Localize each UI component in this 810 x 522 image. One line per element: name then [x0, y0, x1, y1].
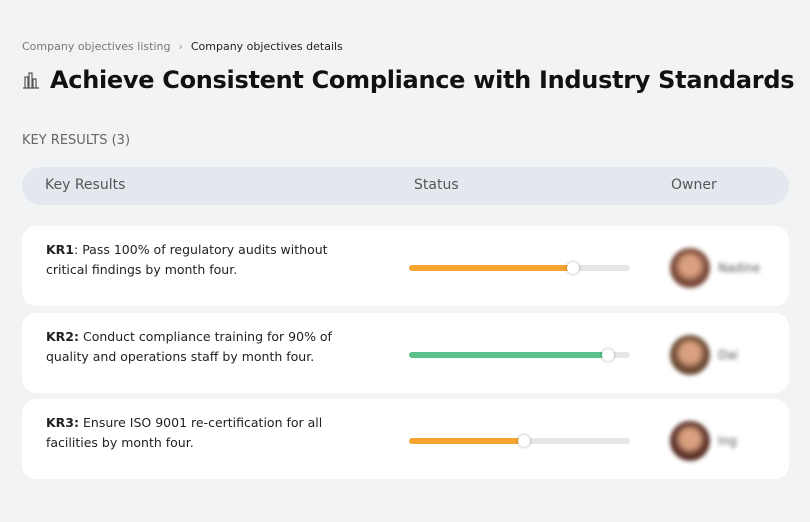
avatar	[670, 421, 710, 461]
progress-fill	[409, 349, 614, 361]
key-result-row[interactable]: KR2: Conduct compliance training for 90%…	[22, 313, 789, 393]
buildings-icon	[23, 72, 39, 89]
key-result-row[interactable]: KR1: Pass 100% of regulatory audits with…	[22, 226, 789, 306]
key-result-description: Pass 100% of regulatory audits without c…	[46, 242, 328, 277]
page-title: Achieve Consistent Compliance with Indus…	[22, 66, 795, 94]
progress-knob	[517, 435, 530, 447]
key-result-id: KR2:	[46, 329, 80, 344]
breadcrumb-current: Company objectives details	[190, 40, 343, 53]
table-header: Key Results Status Owner	[22, 167, 789, 205]
header-status: Status	[414, 177, 459, 193]
owner-name: Ing	[718, 434, 737, 448]
header-owner: Owner	[671, 177, 717, 193]
progress-fill	[409, 262, 579, 274]
breadcrumb: Company objectives listing › Company obj…	[22, 40, 343, 53]
owner[interactable]: Dai	[670, 335, 738, 375]
owner-name: Nadine	[718, 261, 761, 275]
progress-knob	[566, 262, 579, 274]
header-key-results: Key Results	[45, 177, 126, 193]
avatar	[670, 335, 710, 375]
breadcrumb-parent-link[interactable]: Company objectives listing	[22, 40, 170, 53]
key-results-count: KEY RESULTS (3)	[22, 133, 131, 148]
owner[interactable]: Nadine	[670, 248, 760, 288]
title-text: Achieve Consistent Compliance with Indus…	[50, 66, 795, 94]
breadcrumb-separator: ›	[178, 40, 183, 53]
key-result-text: KR1: Pass 100% of regulatory audits with…	[46, 240, 346, 280]
owner[interactable]: Ing	[670, 421, 737, 461]
progress-fill	[409, 435, 530, 447]
avatar	[670, 248, 710, 288]
owner-name: Dai	[718, 348, 738, 362]
key-result-description: Conduct compliance training for 90% of q…	[46, 329, 332, 364]
progress-bar	[409, 262, 630, 274]
key-result-description: Ensure ISO 9001 re-certification for all…	[46, 415, 323, 450]
progress-bar	[409, 349, 630, 361]
key-result-row[interactable]: KR3: Ensure ISO 9001 re-certification fo…	[22, 399, 789, 479]
progress-knob	[601, 349, 614, 361]
progress-bar	[409, 435, 630, 447]
key-result-id: KR3:	[46, 415, 80, 430]
key-result-text: KR3: Ensure ISO 9001 re-certification fo…	[46, 413, 346, 453]
key-result-sep: :	[74, 242, 83, 257]
key-result-id: KR1	[46, 242, 75, 257]
key-result-text: KR2: Conduct compliance training for 90%…	[46, 327, 346, 367]
